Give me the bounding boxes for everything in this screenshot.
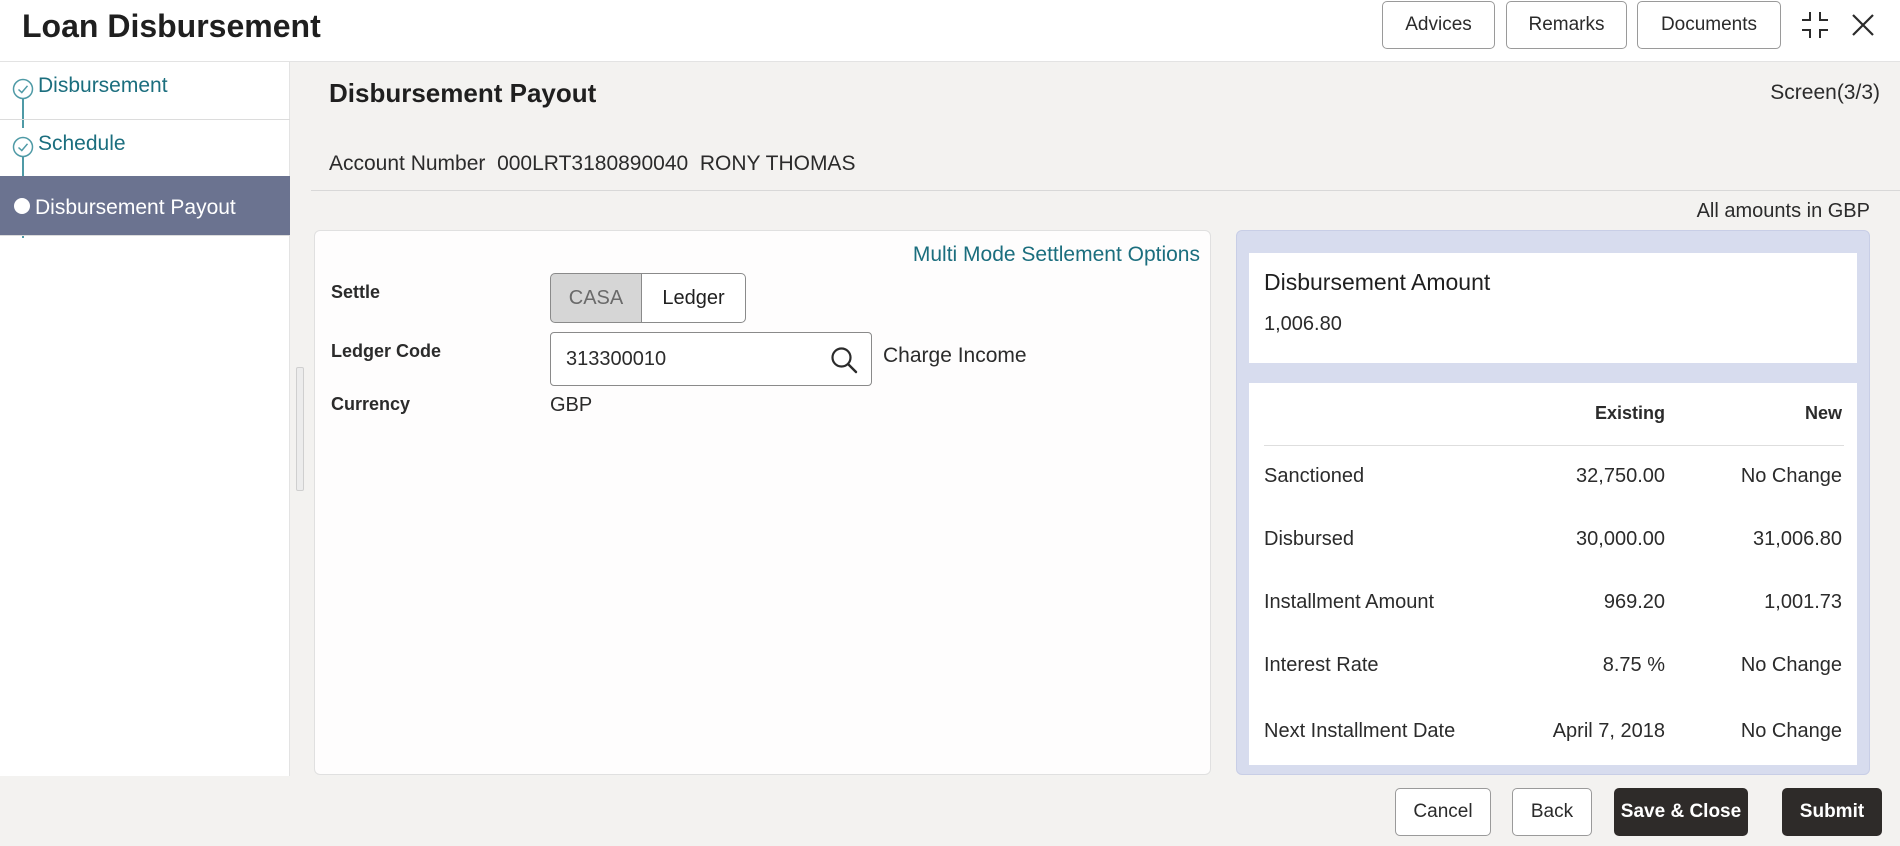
existing-value: 30,000.00: [1576, 528, 1665, 550]
settle-toggle: CASA Ledger: [550, 273, 746, 323]
column-header-new: New: [1804, 403, 1842, 423]
new-value: 31,006.80: [1753, 528, 1842, 550]
row-label: Installment Amount: [1264, 591, 1435, 613]
page-title: Disbursement Payout: [329, 78, 597, 108]
table-row: Sanctioned 32,750.00 No Change: [1249, 465, 1857, 495]
existing-value: 969.20: [1603, 591, 1665, 613]
current-step-icon: [14, 198, 30, 214]
disbursement-amount-value: 1,006.80: [1264, 313, 1342, 335]
remarks-button[interactable]: Remarks: [1506, 1, 1627, 49]
screen-indicator: Screen(3/3): [1770, 81, 1880, 104]
save-close-button[interactable]: Save & Close: [1614, 788, 1748, 836]
sidebar-item-disbursement[interactable]: Disbursement: [0, 62, 290, 120]
close-icon[interactable]: [1848, 10, 1878, 40]
multi-mode-settlement-link[interactable]: Multi Mode Settlement Options: [913, 243, 1200, 267]
settle-label: Settle: [331, 282, 381, 302]
documents-button[interactable]: Documents: [1637, 1, 1781, 49]
footer-bar: Cancel Back Save & Close Submit: [0, 776, 1900, 846]
existing-value: 8.75 %: [1602, 654, 1665, 676]
row-label: Disbursed: [1264, 528, 1355, 550]
disbursement-amount-title: Disbursement Amount: [1264, 269, 1491, 295]
new-value: No Change: [1740, 720, 1842, 742]
submit-button[interactable]: Submit: [1782, 788, 1882, 836]
table-row: Disbursed 30,000.00 31,006.80: [1249, 528, 1857, 558]
row-label: Next Installment Date: [1264, 720, 1456, 742]
search-icon[interactable]: [829, 345, 859, 375]
existing-value: April 7, 2018: [1552, 720, 1665, 742]
new-value: 1,001.73: [1764, 591, 1842, 613]
currency-label: Currency: [331, 394, 411, 414]
account-info: Account Number 000LRT3180890040 RONY THO…: [329, 152, 856, 175]
sidebar-item-disbursement-payout[interactable]: Disbursement Payout: [0, 176, 290, 236]
column-header-existing: Existing: [1594, 403, 1665, 423]
settlement-form-panel: Multi Mode Settlement Options Settle CAS…: [314, 230, 1211, 775]
ledger-code-value: 313300010: [566, 348, 667, 370]
new-value: No Change: [1740, 465, 1842, 487]
settle-option-casa[interactable]: CASA: [550, 273, 642, 323]
sidebar-item-label: Disbursement Payout: [35, 196, 236, 219]
back-button[interactable]: Back: [1512, 788, 1592, 836]
header-divider: [1264, 445, 1844, 446]
settle-option-ledger[interactable]: Ledger: [642, 273, 746, 323]
panel-resize-handle[interactable]: [296, 367, 304, 491]
table-row: Interest Rate 8.75 % No Change: [1249, 654, 1857, 684]
comparison-table: Existing New Sanctioned 32,750.00 No Cha…: [1249, 383, 1857, 765]
existing-value: 32,750.00: [1576, 465, 1665, 487]
currency-note: All amounts in GBP: [1696, 200, 1870, 222]
new-value: No Change: [1740, 654, 1842, 676]
app-title: Loan Disbursement: [22, 8, 321, 44]
sidebar-item-schedule[interactable]: Schedule: [0, 120, 290, 178]
main-content: Disbursement Payout Screen(3/3) Account …: [291, 62, 1900, 776]
cancel-button[interactable]: Cancel: [1395, 788, 1491, 836]
check-circle-icon: [12, 78, 34, 100]
sidebar: Disbursement Schedule Disbursement Payou…: [0, 62, 290, 776]
disbursement-amount-card: Disbursement Amount 1,006.80: [1249, 253, 1857, 363]
table-row: Next Installment Date April 7, 2018 No C…: [1249, 720, 1857, 750]
table-row: Installment Amount 969.20 1,001.73: [1249, 591, 1857, 621]
header-bar: Loan Disbursement Advices Remarks Docume…: [0, 0, 1900, 62]
ledger-code-input[interactable]: 313300010: [550, 332, 872, 386]
minimize-icon[interactable]: [1800, 10, 1830, 40]
ledger-description: Charge Income: [883, 344, 1027, 367]
row-label: Interest Rate: [1264, 654, 1379, 676]
check-circle-icon: [12, 136, 34, 158]
summary-panel: Disbursement Amount 1,006.80 Existing Ne…: [1236, 230, 1870, 775]
sidebar-item-label: Schedule: [38, 132, 126, 155]
divider: [311, 190, 1900, 191]
currency-value: GBP: [550, 394, 593, 416]
sidebar-item-label: Disbursement: [38, 74, 168, 97]
ledger-code-label: Ledger Code: [331, 341, 442, 361]
row-label: Sanctioned: [1264, 465, 1365, 487]
advices-button[interactable]: Advices: [1382, 1, 1495, 49]
